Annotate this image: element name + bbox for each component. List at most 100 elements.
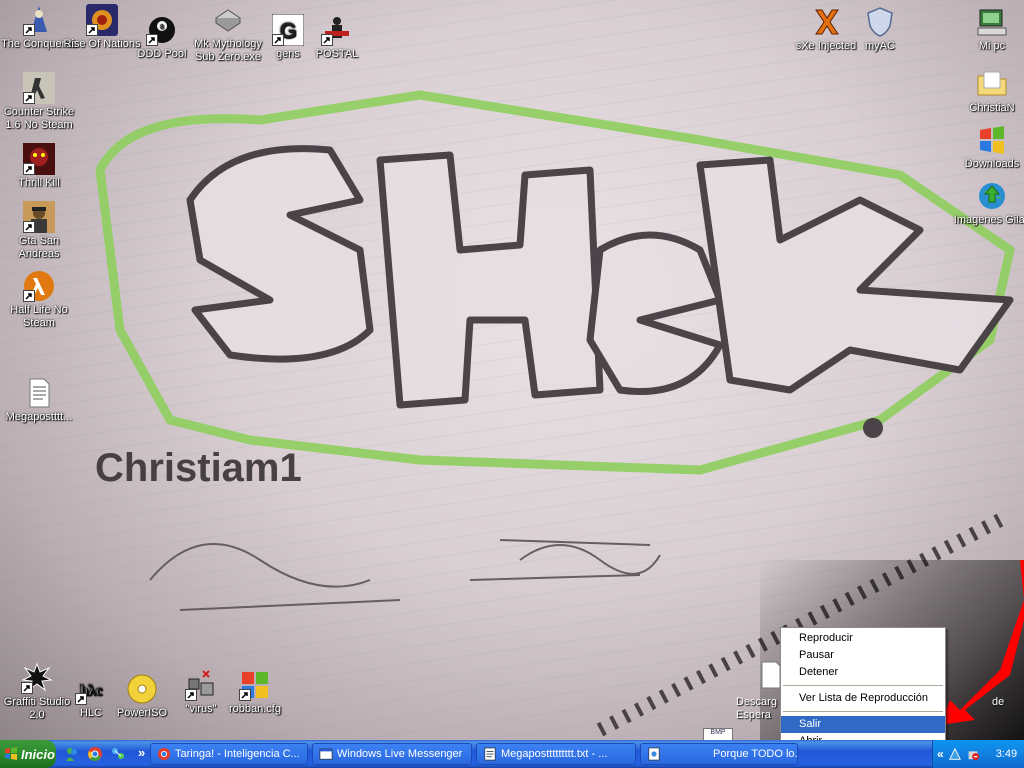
network-quicklaunch-icon[interactable] xyxy=(110,746,126,762)
task-label: Porque TODO lo... xyxy=(713,748,798,760)
desktop-icon-descargas-partial[interactable] xyxy=(760,660,782,690)
menu-item-pausar[interactable]: Pausar xyxy=(781,647,945,664)
task-porque-todo[interactable]: Porque TODO lo... xyxy=(640,743,798,765)
notepad-icon xyxy=(484,747,496,761)
shortcut-arrow-icon xyxy=(185,689,197,701)
shortcut-arrow-icon xyxy=(23,163,35,175)
letter-s-outline xyxy=(186,145,374,363)
chrome-quicklaunch-icon[interactable] xyxy=(87,746,103,762)
counter-strike-icon xyxy=(23,72,55,104)
menu-item-ver-lista[interactable]: Ver Lista de Reproducción xyxy=(781,690,945,707)
desktop-icon-half-life[interactable]: Half Life No Steam xyxy=(0,270,78,330)
sxe-icon xyxy=(810,6,842,38)
messenger-quicklaunch-icon[interactable] xyxy=(64,746,80,762)
eight-ball-icon: 8 xyxy=(146,14,178,46)
window-icon xyxy=(319,748,333,760)
icon-label: gens xyxy=(276,48,300,60)
security-tray-icon[interactable] xyxy=(966,747,980,761)
shortcut-arrow-icon xyxy=(272,34,284,46)
menu-item-salir[interactable]: Salir xyxy=(781,716,945,733)
task-taringa[interactable]: Taringa! - Inteligencia C... xyxy=(150,743,308,765)
icon-label: robban.cfg xyxy=(229,703,281,715)
task-label: Windows Live Messenger xyxy=(337,748,463,760)
icon-label: "virus" xyxy=(185,703,217,715)
windows-logo-icon xyxy=(976,124,1008,156)
desktop-icon-postal[interactable]: POSTAL xyxy=(298,14,376,61)
start-label: Inicio xyxy=(21,746,55,762)
desktop-icon-myac[interactable]: myAC xyxy=(841,6,919,53)
disc-icon xyxy=(126,673,158,705)
desktop-icon-imagenes-gilas[interactable]: Imagenes Gilas xyxy=(953,180,1024,227)
tag-scribble-2 xyxy=(469,539,661,581)
desktop-icon-downloads[interactable]: Downloads xyxy=(953,124,1024,171)
icon-label: DDD Pool xyxy=(137,48,187,60)
task-messenger[interactable]: Windows Live Messenger xyxy=(312,743,472,765)
shortcut-arrow-icon xyxy=(23,290,35,302)
task-label: Megaposttttttttt.txt - ... xyxy=(501,748,608,760)
shortcut-arrow-icon xyxy=(23,24,35,36)
letter-h-outline xyxy=(376,151,604,409)
shortcut-arrow-icon xyxy=(23,92,35,104)
desktop-icon-thrill-kill[interactable]: Thrill Kill xyxy=(0,143,78,190)
hard-drive-icon xyxy=(212,4,244,36)
thrill-kill-icon xyxy=(23,143,55,175)
gta-character-icon xyxy=(23,201,55,233)
my-computer-icon xyxy=(976,6,1008,38)
quicklaunch-overflow[interactable]: » xyxy=(138,745,145,760)
windows-flag-icon xyxy=(5,747,17,760)
tray-clock[interactable]: 3:49 xyxy=(996,748,1017,760)
wallpaper-signature: Christiam1 xyxy=(95,446,302,490)
virus-program-icon xyxy=(185,669,217,701)
icon-label: POSTAL xyxy=(315,48,359,60)
icon-label: Downloads xyxy=(964,158,1020,170)
bmp-file-icon[interactable]: BMP xyxy=(703,728,733,740)
taskbar: Inicio » Taringa! - Inteligencia C... Wi… xyxy=(0,740,1024,768)
icon-label: Half Life No Steam xyxy=(10,304,68,329)
menu-item-detener[interactable]: Detener xyxy=(781,664,945,681)
svg-text:8: 8 xyxy=(160,24,164,31)
globe-arrow-icon xyxy=(976,180,1008,212)
start-button[interactable]: Inicio xyxy=(0,740,56,768)
desktop-icon-mi-pc[interactable]: Mi pc xyxy=(953,6,1024,53)
desktop-icon-megapost[interactable]: Megapostttt... xyxy=(0,377,78,424)
messenger-tray-icon[interactable] xyxy=(948,747,962,761)
tray-expand-chevron[interactable]: « xyxy=(937,747,944,761)
lambda-icon xyxy=(23,270,55,302)
icon-label: Gta San Andreas xyxy=(18,235,60,260)
shortcut-arrow-icon xyxy=(239,689,251,701)
desktop-icon-gta-san-andreas[interactable]: Gta San Andreas xyxy=(0,201,78,261)
shortcut-arrow-icon xyxy=(146,34,158,46)
icon-label: Megapostttt... xyxy=(5,411,73,423)
icon-label: Thrill Kill xyxy=(18,177,60,189)
postal-figure-icon xyxy=(321,14,353,46)
icon-label: Counter Strike 1.6 No Steam xyxy=(3,106,75,131)
config-file-icon xyxy=(239,669,271,701)
icon-label: Mi pc xyxy=(978,40,1006,52)
text-file-icon xyxy=(23,377,55,409)
menu-separator xyxy=(783,685,943,686)
shortcut-arrow-icon xyxy=(86,24,98,36)
icon-label: PowerISO xyxy=(116,707,168,719)
graffiti-splat-icon xyxy=(21,662,53,694)
system-tray: « 3:49 xyxy=(932,740,1024,768)
desktop-icon-christian[interactable]: ChristiaN xyxy=(953,68,1024,115)
desktop-icon-counter-strike[interactable]: Counter Strike 1.6 No Steam xyxy=(0,72,78,132)
shortcut-arrow-icon xyxy=(75,693,87,705)
tag-scribble-1 xyxy=(149,543,401,611)
wizard-icon xyxy=(23,4,55,36)
shortcut-arrow-icon xyxy=(321,34,333,46)
task-label: Taringa! - Inteligencia C... xyxy=(175,748,300,760)
graffiti-dot xyxy=(863,418,883,438)
icon-label: myAC xyxy=(865,40,895,52)
shield-icon xyxy=(864,6,896,38)
letter-e-outline xyxy=(586,231,724,396)
desktop-icon-robban[interactable]: robban.cfg xyxy=(216,669,294,716)
rise-of-nations-icon xyxy=(86,4,118,36)
task-megapost-txt[interactable]: Megaposttttttttt.txt - ... xyxy=(476,743,636,765)
tray-context-menu: Reproducir Pausar Detener Ver Lista de R… xyxy=(780,627,946,753)
icon-label: Imagenes Gilas xyxy=(953,214,1024,226)
web-document-icon xyxy=(648,747,660,761)
icon-label: ChristiaN xyxy=(969,102,1015,114)
menu-item-reproducir[interactable]: Reproducir xyxy=(781,630,945,647)
document-icon xyxy=(761,661,781,689)
